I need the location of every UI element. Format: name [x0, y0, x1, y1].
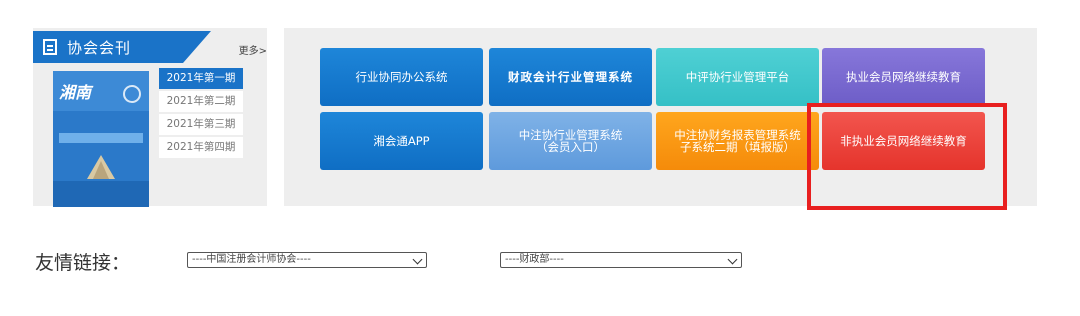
- issue-item[interactable]: 2021年第四期: [159, 137, 243, 158]
- issue-item[interactable]: 2021年第三期: [159, 114, 243, 135]
- highlight-box: [807, 103, 1007, 210]
- system-button-practicing-education[interactable]: 执业会员网络继续教育: [822, 48, 985, 106]
- cover-banner: [59, 133, 143, 143]
- chevron-down-icon: [727, 254, 738, 265]
- cover-logo-icon: [87, 155, 115, 179]
- system-button-finance[interactable]: 财政会计行业管理系统: [489, 48, 652, 106]
- issue-list: 2021年第一期 2021年第二期 2021年第三期 2021年第四期: [159, 68, 243, 160]
- issue-item[interactable]: 2021年第一期: [159, 68, 243, 89]
- cover-emblem-icon: [123, 85, 141, 103]
- issue-item[interactable]: 2021年第二期: [159, 91, 243, 112]
- cover-bottom-band: [53, 181, 149, 207]
- journal-header: 协会会刊 更多>: [33, 28, 267, 64]
- system-button-financial-report[interactable]: 中注协财务报表管理系统 子系统二期（填报版）: [656, 112, 819, 170]
- document-icon: [43, 39, 57, 55]
- friendly-links-label: 友情链接：: [35, 252, 131, 274]
- more-link[interactable]: 更多>: [239, 42, 267, 57]
- system-button-evaluation[interactable]: 中评协行业管理平台: [656, 48, 819, 106]
- journal-tab: 协会会刊: [33, 31, 183, 63]
- cover-brand: 湘南: [59, 83, 92, 102]
- journal-tab-fold: [183, 31, 211, 63]
- mof-link-select[interactable]: ----财政部----: [500, 252, 742, 268]
- systems-panel: 行业协同办公系统 财政会计行业管理系统 中评协行业管理平台 执业会员网络继续教育…: [284, 28, 1037, 210]
- chevron-down-icon: [412, 254, 423, 265]
- select-value: ----财政部----: [505, 254, 564, 265]
- cicpa-link-select[interactable]: ----中国注册会计师协会----: [187, 252, 427, 268]
- select-value: ----中国注册会计师协会----: [192, 254, 311, 265]
- system-button-app[interactable]: 湘会通APP: [320, 112, 483, 170]
- journal-title: 协会会刊: [67, 38, 132, 57]
- journal-cover[interactable]: 湘南: [53, 71, 149, 207]
- system-button-office[interactable]: 行业协同办公系统: [320, 48, 483, 106]
- system-button-member-entry[interactable]: 中注协行业管理系统 （会员入口）: [489, 112, 652, 170]
- journal-panel: 协会会刊 更多> 湘南 2021年第一期 2021年第二期 2021年第三期 2…: [33, 28, 267, 207]
